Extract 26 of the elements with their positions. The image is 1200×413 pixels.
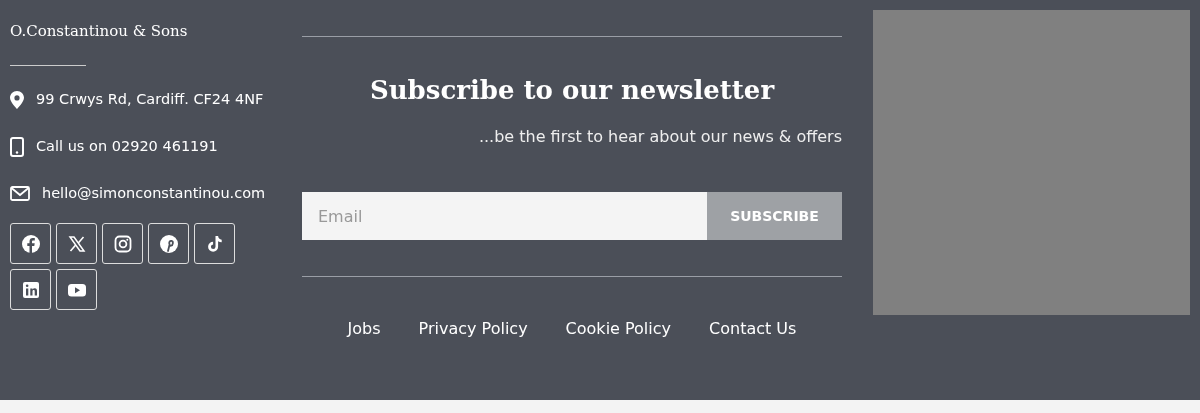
social-link[interactable]	[102, 223, 143, 264]
facebook-icon	[20, 233, 41, 254]
social-link[interactable]	[10, 269, 51, 310]
footer-link[interactable]: Jobs	[347, 319, 381, 338]
footer-link[interactable]: Privacy Policy	[418, 319, 528, 338]
email-field[interactable]: Email	[302, 192, 707, 240]
social-link[interactable]	[56, 269, 97, 310]
pinterest-icon	[158, 233, 179, 254]
contact-text: Call us on 02920 461191	[36, 137, 219, 156]
newsletter-subtitle: ...be the first to hear about our news & offers	[477, 127, 842, 146]
social-link[interactable]	[56, 223, 97, 264]
x-logo-icon	[66, 233, 87, 254]
linkedin-icon	[20, 279, 41, 300]
contact-text: hello@simonconstantinou.com	[42, 184, 267, 203]
social-link[interactable]	[148, 223, 189, 264]
location-pin-icon	[10, 90, 24, 109]
footer-link[interactable]: Cookie Policy	[565, 319, 672, 338]
phone-icon	[10, 136, 24, 157]
footer-link[interactable]: Contact Us	[709, 319, 797, 338]
instagram-icon	[112, 233, 133, 254]
envelope-icon	[10, 186, 30, 201]
brand-name: O.Constantinou & Sons	[10, 22, 189, 40]
newsletter-title: Subscribe to our newsletter	[368, 75, 776, 105]
social-link[interactable]	[10, 223, 51, 264]
social-link[interactable]	[194, 223, 235, 264]
contact-text: 99 Crwys Rd, Cardiff. CF24 4NF	[36, 90, 265, 109]
